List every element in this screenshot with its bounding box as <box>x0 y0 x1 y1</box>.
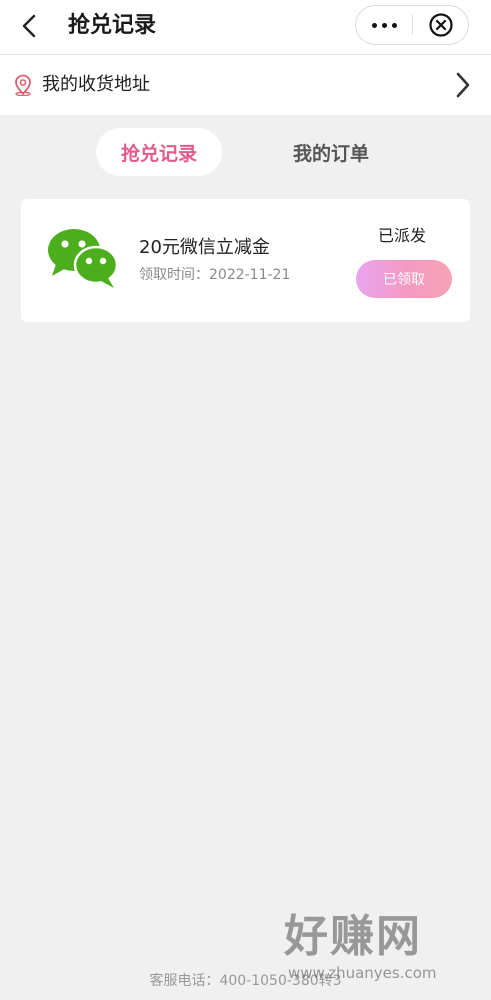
shipping-address-label: 我的收货地址 <box>42 74 150 95</box>
record-time-value: 2022-11-21 <box>209 267 291 283</box>
tab-redeem-records[interactable]: 抢兑记录 <box>96 128 222 176</box>
close-button[interactable] <box>413 6 469 44</box>
close-circle-icon <box>429 13 453 37</box>
record-card: 20元微信立减金 领取时间：2022-11-21 已派发 已领取 <box>21 199 470 322</box>
record-time: 领取时间：2022-11-21 <box>139 265 290 285</box>
back-arrow-icon <box>22 14 36 38</box>
page-title: 抢兑记录 <box>68 13 157 38</box>
tab-my-orders[interactable]: 我的订单 <box>268 128 394 176</box>
claimed-button[interactable]: 已领取 <box>356 260 452 298</box>
more-button[interactable] <box>356 6 412 44</box>
shipping-address-row[interactable]: 我的收货地址 <box>0 55 491 115</box>
back-button[interactable] <box>14 10 44 42</box>
chevron-right-icon <box>456 72 470 98</box>
wechat-icon <box>48 229 118 288</box>
location-pin-icon <box>15 74 31 96</box>
watermark-url: www.zhuanyes.com <box>288 964 437 982</box>
record-status: 已派发 <box>378 226 427 245</box>
mini-program-capsule <box>355 5 469 45</box>
record-time-label: 领取时间： <box>139 267 209 283</box>
record-name: 20元微信立减金 <box>139 237 270 258</box>
top-nav-bar: 抢兑记录 <box>0 0 491 55</box>
watermark-title: 好赚网 <box>284 911 422 962</box>
record-tabs: 抢兑记录 我的订单 <box>0 128 491 176</box>
more-dots-icon <box>369 22 399 28</box>
